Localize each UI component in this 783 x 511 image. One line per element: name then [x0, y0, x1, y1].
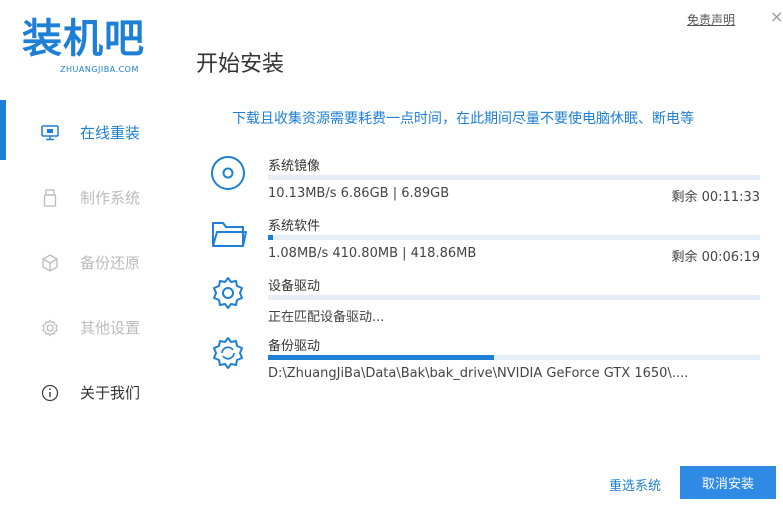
gear-icon: [208, 275, 248, 315]
progress-fill: [268, 355, 495, 360]
sidebar-item-label: 关于我们: [80, 384, 141, 402]
task-name: 系统软件: [268, 219, 321, 234]
sidebar-item-about-us[interactable]: 关于我们: [0, 360, 180, 425]
task-name: 备份驱动: [268, 339, 321, 354]
sidebar-item-make-system[interactable]: 制作系统: [0, 165, 180, 230]
usb-icon: [40, 188, 60, 208]
sidebar-item-label: 制作系统: [80, 189, 141, 207]
task-system-image: 系统镜像 10.13MB/s 6.86GB | 6.89GB 剩余 00:11:…: [208, 155, 768, 215]
task-info: 1.08MB/s 410.80MB | 418.86MB: [268, 246, 477, 261]
gear-refresh-icon: [208, 335, 248, 375]
task-info: D:\ZhuangJiBa\Data\Bak\bak_drive\NVIDIA …: [268, 366, 689, 381]
progress-fill: [268, 235, 273, 240]
sidebar-item-label: 备份还原: [80, 254, 141, 272]
task-remaining: 剩余 00:06:19: [671, 250, 760, 265]
task-system-software: 系统软件 1.08MB/s 410.80MB | 418.86MB 剩余 00:…: [208, 215, 768, 275]
task-remaining: 剩余 00:11:33: [671, 190, 760, 205]
info-icon: [40, 383, 60, 403]
folder-icon: [208, 215, 248, 255]
task-info: 10.13MB/s 6.86GB | 6.89GB: [268, 186, 450, 201]
task-info: 正在匹配设备驱动...: [268, 310, 385, 325]
active-indicator: [0, 100, 6, 160]
sidebar: 在线重装 制作系统 备份还原 其他设置 关于我们: [0, 100, 180, 425]
progress-track: [268, 355, 760, 360]
task-name: 设备驱动: [268, 279, 321, 294]
download-notice: 下载且收集资源需要耗费一点时间，在此期间尽量不要使电脑休眠、断电等: [232, 111, 694, 127]
disc-icon: [208, 155, 248, 195]
monitor-icon: [40, 123, 60, 143]
sidebar-item-backup-restore[interactable]: 备份还原: [0, 230, 180, 295]
sidebar-item-label: 其他设置: [80, 319, 141, 337]
task-name: 系统镜像: [268, 159, 321, 174]
logo-subtext: ZHUANGJIBA.COM: [60, 65, 139, 74]
sidebar-item-other-settings[interactable]: 其他设置: [0, 295, 180, 360]
cube-icon: [40, 253, 60, 273]
sidebar-item-label: 在线重装: [80, 124, 141, 142]
progress-track: [268, 175, 760, 180]
task-backup-driver: 备份驱动 D:\ZhuangJiBa\Data\Bak\bak_drive\NV…: [208, 335, 768, 395]
task-device-driver: 设备驱动 正在匹配设备驱动...: [208, 275, 768, 335]
sidebar-item-online-reinstall[interactable]: 在线重装: [0, 100, 180, 165]
logo: 装机吧 ZHUANGJIBA.COM: [22, 14, 172, 80]
reselect-system-button[interactable]: 重选系统: [609, 475, 661, 494]
disclaimer-link[interactable]: 免责声明: [687, 11, 735, 28]
progress-track: [268, 235, 760, 240]
close-button[interactable]: ×: [770, 7, 783, 26]
progress-track: [268, 295, 760, 300]
page-title: 开始安装: [196, 52, 285, 77]
cancel-install-button[interactable]: 取消安装: [680, 466, 776, 499]
logo-text: 装机吧: [22, 16, 145, 62]
gear-icon: [40, 318, 60, 338]
